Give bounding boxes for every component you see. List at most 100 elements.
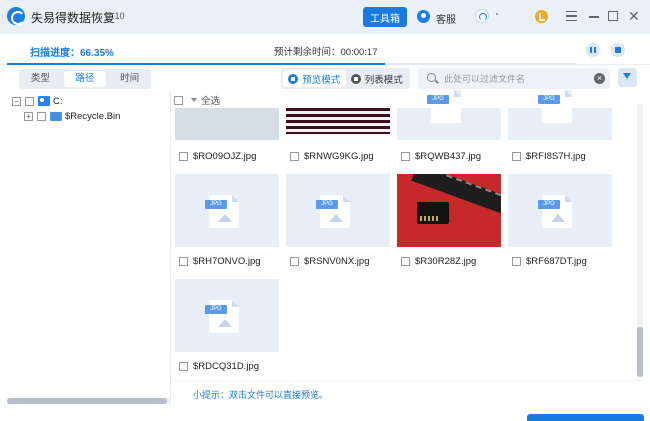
app-version: 7.10 [107,11,125,21]
progress-fill [7,63,386,65]
progress-track [7,63,577,65]
file-item[interactable]: $RNWG9KG.jpg [290,150,374,163]
tree-item-recycle-bin[interactable]: + $Recycle.Bin [24,109,120,123]
folder-tree: − C: + $Recycle.Bin [7,91,171,407]
tab-path[interactable]: 路径 [63,71,107,87]
list-view-icon [350,73,361,84]
collapse-toggle[interactable]: − [12,96,21,106]
jpg-file-icon [205,195,239,228]
file-name: $RFI8S7H.jpg [526,151,586,162]
status-dot [496,13,498,15]
grid-vertical-scrollbar[interactable] [637,104,643,378]
file-item[interactable]: $RO09OJZ.jpg [179,150,256,163]
file-thumbnail[interactable] [175,174,279,247]
tree-item-c-drive[interactable]: − C: [12,94,63,108]
file-item[interactable]: $RF687DT.jpg [512,255,587,268]
jpg-file-icon [205,300,239,333]
file-checkbox[interactable] [290,257,299,266]
view-mode-group: 预览模式 列表模式 [281,68,410,89]
file-name: $RSNV0NX.jpg [304,256,370,267]
maximize-icon[interactable] [608,11,618,21]
file-name: $R30R28Z.jpg [415,256,477,267]
tree-horizontal-scrollbar[interactable] [7,398,171,404]
select-all-row: 全选 [172,93,220,107]
menu-icon[interactable] [566,11,577,21]
photo-sdcard [417,202,449,224]
file-name: $RF687DT.jpg [526,256,587,267]
file-name: $RNWG9KG.jpg [304,151,374,162]
file-thumbnail[interactable] [175,279,279,352]
file-thumbnail[interactable] [286,174,390,247]
file-item[interactable]: $RFI8S7H.jpg [512,150,586,163]
scrollbar-thumb[interactable] [637,327,643,377]
file-item[interactable]: $RQWB437.jpg [401,150,481,163]
file-name: $RH7ONVO.jpg [193,256,261,267]
tree-item-label: C: [53,95,63,107]
grid-view-icon [288,73,299,84]
list-mode-label: 列表模式 [364,74,403,86]
filter-tab-group: 类型 路径 时间 [19,69,151,89]
file-name: $RQWB437.jpg [415,151,482,162]
service-label[interactable]: 客服 [436,11,456,26]
service-icon[interactable] [417,10,430,23]
select-all-checkbox[interactable] [174,95,183,105]
preview-mode-button[interactable]: 预览模式 [283,70,346,87]
file-item[interactable]: $R30R28Z.jpg [401,255,476,268]
file-checkbox[interactable] [179,152,188,161]
folder-icon [50,111,62,121]
pause-icon[interactable] [586,43,600,57]
scan-progress-label: 扫描进度：66.35% [30,48,114,59]
filter-icon[interactable] [618,68,637,87]
app-title: 失易得数据恢复 [31,11,116,25]
file-name: $RDCQ31D.jpg [193,361,259,372]
headset-icon[interactable] [475,9,489,23]
vip-icon[interactable] [535,10,548,23]
close-icon[interactable]: ✕ [628,9,640,23]
file-name: $RO09OJZ.jpg [193,151,257,162]
tab-type[interactable]: 类型 [19,69,62,89]
file-item[interactable]: $RDCQ31D.jpg [179,360,259,373]
jpg-file-icon [427,90,461,123]
drive-icon [38,96,50,106]
stop-icon[interactable] [611,43,625,57]
file-checkbox[interactable] [290,152,299,161]
jpg-file-icon [538,90,572,123]
jpg-file-icon [538,195,572,228]
preview-mode-label: 预览模式 [302,74,341,86]
file-thumbnail[interactable] [397,90,501,140]
file-item[interactable]: $RH7ONVO.jpg [179,255,261,268]
search-icon [427,73,436,82]
search-input[interactable] [444,68,592,89]
jpg-file-icon [316,195,350,228]
file-thumbnail[interactable] [175,108,279,140]
app-logo-icon [7,7,25,25]
file-checkbox[interactable] [401,257,410,266]
file-thumbnail[interactable] [508,174,612,247]
file-checkbox[interactable] [401,152,410,161]
toolbox-button[interactable]: 工具箱 [363,7,407,27]
clear-icon[interactable]: × [594,73,605,84]
hint-text: 小提示：双击文件可以直接预览。 [193,390,329,400]
file-thumbnail[interactable] [508,90,612,140]
expand-toggle[interactable]: + [24,111,33,121]
tree-item-label: $Recycle.Bin [65,110,121,122]
minimize-icon[interactable] [589,16,599,18]
file-checkbox[interactable] [512,257,521,266]
chevron-down-icon[interactable] [191,98,197,102]
file-checkbox[interactable] [512,152,521,161]
select-all-label: 全选 [201,96,221,107]
remaining-time-label: 预计剩余时间：00:00:17 [274,47,378,58]
tree-checkbox[interactable] [25,96,34,106]
recover-button[interactable] [527,414,644,421]
list-mode-button[interactable]: 列表模式 [346,70,409,87]
tab-time[interactable]: 时间 [108,69,151,89]
divider [172,380,642,381]
file-checkbox[interactable] [179,257,188,266]
file-item[interactable]: $RSNV0NX.jpg [290,255,369,268]
search-box: × [418,68,610,89]
file-thumbnail[interactable] [286,108,390,134]
file-checkbox[interactable] [179,362,188,371]
scrollbar-thumb[interactable] [7,398,167,404]
file-thumbnail[interactable] [397,174,501,247]
tree-checkbox[interactable] [37,111,46,121]
